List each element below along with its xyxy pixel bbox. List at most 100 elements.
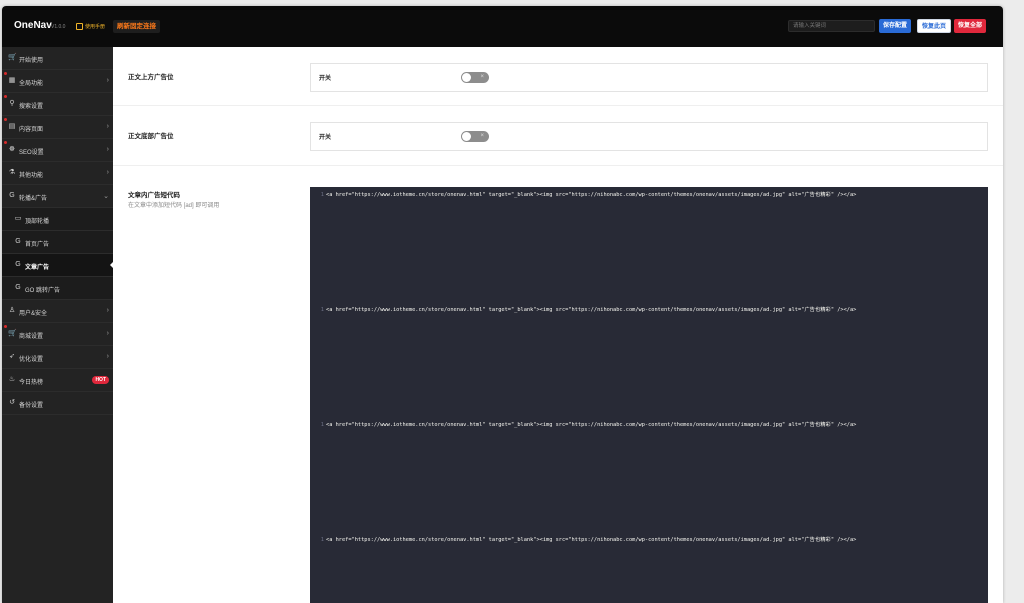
- sidebar-item-label: 頂部轮播: [25, 219, 50, 225]
- sidebar-item-optimize[interactable]: ➶ 优化设置 ›: [2, 346, 113, 369]
- chevron-down-icon: ⌄: [103, 193, 109, 200]
- code-editor[interactable]: 1 <a href="https://www.iotheme.cn/store/o…: [310, 187, 988, 603]
- sidebar-item-label: 商城设置: [19, 334, 44, 340]
- chevron-right-icon: ›: [106, 353, 109, 360]
- google-icon: G: [15, 284, 21, 291]
- sidebar-item-label: 其他功能: [19, 173, 44, 179]
- chevron-right-icon: ›: [106, 330, 109, 337]
- bottom-ad-toggle[interactable]: ×: [461, 131, 489, 142]
- save-config-button[interactable]: 保存配置: [879, 19, 912, 33]
- user-icon: ♙: [8, 307, 16, 314]
- fire-icon: ♨: [8, 376, 16, 383]
- notice-dot: [4, 72, 7, 75]
- search-input[interactable]: [788, 20, 875, 32]
- sidebar-item-other[interactable]: ⚗ 其他功能 ›: [2, 162, 113, 185]
- google-icon: G: [9, 192, 15, 199]
- sidebar-item-content[interactable]: ▤ 内容页面 ›: [2, 116, 113, 139]
- top-header: OneNav V1.0.0 使用手册 刷新固定连接 保存配置 恢复此页 恢复全部: [2, 6, 1003, 47]
- flask-icon: ⚗: [8, 169, 16, 176]
- section-divider: [113, 105, 1003, 106]
- sidebar-subitem-home-ads[interactable]: G 首页广告: [2, 231, 113, 254]
- toggle-off-mark-icon: ×: [480, 133, 484, 139]
- chevron-right-icon: ›: [106, 146, 109, 153]
- main-content: 正文上方广告位 开关 × 正文底部广告位 开关 × 文章内广告短代码 在文章中添…: [113, 47, 1003, 603]
- line-number: 1: [320, 192, 324, 198]
- restore-all-button[interactable]: 恢复全部: [954, 19, 987, 33]
- sidebar-item-carousel-ads[interactable]: G 轮播&广告 ⌄: [2, 185, 113, 208]
- section-title-top-ad: 正文上方广告位: [128, 74, 174, 81]
- sidebar-subitem-top-carousel[interactable]: ▭ 頂部轮播: [2, 208, 113, 231]
- cart-icon: 🛒: [8, 330, 17, 337]
- cart-icon: 🛒: [8, 54, 17, 61]
- sidebar-item-start[interactable]: 🛒 开始使用: [2, 47, 113, 70]
- book-icon: [76, 23, 83, 30]
- sidebar: 🛒 开始使用 ▦ 全局功能 › ⚲ 搜索设置 ▤ 内容页面 › ☸ SEO设置 …: [2, 47, 113, 603]
- sidebar-subitem-go-ads[interactable]: G GO 跳转广告: [2, 277, 113, 300]
- sidebar-item-label: 文章广告: [25, 265, 50, 271]
- sidebar-item-seo[interactable]: ☸ SEO设置 ›: [2, 139, 113, 162]
- rocket-icon: ➶: [9, 353, 15, 360]
- seo-icon: ☸: [8, 146, 16, 153]
- toggle-knob: [462, 73, 471, 82]
- line-number: 1: [320, 422, 324, 428]
- sidebar-item-label: 今日热榜: [19, 380, 44, 386]
- chevron-right-icon: ›: [106, 77, 109, 84]
- top-ad-toggle[interactable]: ×: [461, 72, 489, 83]
- refresh-permalink-button[interactable]: 刷新固定连接: [113, 20, 160, 33]
- grid-icon: ▦: [8, 77, 16, 84]
- toggle-off-mark-icon: ×: [480, 74, 484, 80]
- notice-dot: [4, 118, 7, 121]
- code-line: 1 <a href="https://www.iotheme.cn/store/o…: [310, 190, 857, 198]
- undo-icon: ↺: [9, 399, 15, 406]
- notice-dot: [4, 95, 7, 98]
- sidebar-item-label: 全局功能: [19, 81, 44, 87]
- manual-link[interactable]: 使用手册: [76, 23, 105, 30]
- chevron-right-icon: ›: [106, 307, 109, 314]
- code-text: <a href="https://www.iotheme.cn/store/on…: [326, 422, 857, 428]
- sidebar-item-global[interactable]: ▦ 全局功能 ›: [2, 70, 113, 93]
- app-logo: OneNav: [14, 20, 52, 31]
- app-window: OneNav V1.0.0 使用手册 刷新固定连接 保存配置 恢复此页 恢复全部…: [2, 6, 1003, 603]
- sidebar-item-label: 轮播&广告: [19, 196, 48, 202]
- line-number: 1: [320, 537, 324, 543]
- notice-dot: [4, 141, 7, 144]
- code-text: <a href="https://www.iotheme.cn/store/on…: [326, 537, 857, 543]
- restore-page-button[interactable]: 恢复此页: [917, 19, 952, 33]
- switch-label: 开关: [319, 76, 332, 82]
- sidebar-item-label: 用户&安全: [19, 311, 48, 317]
- section-title-shortcode: 文章内广告短代码: [128, 192, 180, 199]
- sidebar-subitem-article-ads[interactable]: G 文章广告: [2, 254, 113, 277]
- code-line: 1 <a href="https://www.iotheme.cn/store/o…: [310, 535, 857, 543]
- sidebar-item-label: 搜索设置: [19, 104, 44, 110]
- code-line: 1 <a href="https://www.iotheme.cn/store/o…: [310, 305, 857, 313]
- sidebar-item-label: SEO设置: [19, 150, 44, 156]
- sidebar-item-label: 首页广告: [25, 242, 50, 248]
- sidebar-item-user-security[interactable]: ♙ 用户&安全 ›: [2, 300, 113, 323]
- sidebar-item-shop[interactable]: 🛒 商城设置 ›: [2, 323, 113, 346]
- hot-badge: HOT: [92, 376, 109, 384]
- sidebar-item-backup[interactable]: ↺ 备份设置: [2, 392, 113, 415]
- document-icon: ▤: [8, 123, 16, 130]
- sidebar-item-search[interactable]: ⚲ 搜索设置: [2, 93, 113, 116]
- sidebar-item-label: 备份设置: [19, 403, 44, 409]
- section-desc-shortcode: 在文章中添加短代码 [ad] 即可调用: [128, 203, 220, 209]
- section-title-bottom-ad: 正文底部广告位: [128, 133, 174, 140]
- monitor-icon: ▭: [14, 215, 22, 222]
- chevron-right-icon: ›: [106, 169, 109, 176]
- google-icon: G: [15, 261, 21, 268]
- code-line: 1 <a href="https://www.iotheme.cn/store/o…: [310, 420, 857, 428]
- sidebar-item-label: 内容页面: [19, 127, 44, 133]
- section-divider: [113, 165, 1003, 166]
- search-icon: ⚲: [9, 100, 15, 107]
- code-text: <a href="https://www.iotheme.cn/store/on…: [326, 307, 857, 313]
- sidebar-item-label: 优化设置: [19, 357, 44, 363]
- line-number: 1: [320, 307, 324, 313]
- sidebar-item-label: GO 跳转广告: [25, 288, 61, 294]
- bottom-ad-switch-box: 开关 ×: [310, 122, 988, 151]
- google-icon: G: [15, 238, 21, 245]
- code-text: <a href="https://www.iotheme.cn/store/on…: [326, 192, 857, 198]
- sidebar-item-label: 开始使用: [19, 58, 44, 64]
- chevron-right-icon: ›: [106, 123, 109, 130]
- notice-dot: [4, 325, 7, 328]
- sidebar-item-hot-list[interactable]: ♨ 今日热榜 HOT: [2, 369, 113, 392]
